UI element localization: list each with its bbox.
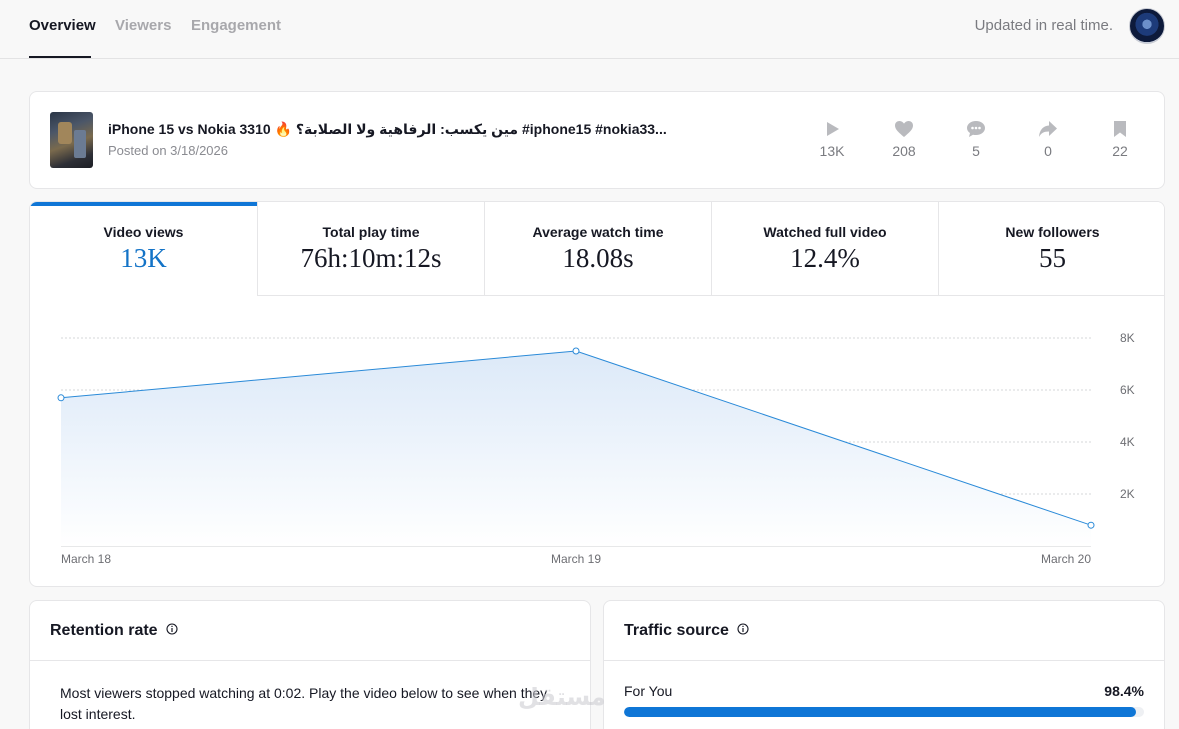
metric-value: 18.08s (562, 243, 634, 273)
x-tick-label: March 20 (1041, 552, 1091, 566)
y-tick-label: 4K (1120, 435, 1135, 449)
views-line-chart: 2K 4K 6K 8K March 18 March 19 March 20 (57, 331, 1135, 566)
watermark-logo: مستقل (518, 683, 606, 711)
data-point[interactable] (1087, 521, 1095, 529)
retention-header: Retention rate (30, 601, 590, 661)
stat-plays: 13K (807, 120, 857, 159)
share-icon (1039, 121, 1057, 137)
stat-comments: 5 (951, 120, 1001, 159)
x-tick-label: March 18 (61, 552, 111, 566)
traffic-source-bar (624, 707, 1144, 717)
y-tick-label: 6K (1120, 383, 1135, 397)
plays-count: 13K (819, 143, 845, 159)
video-thumbnail[interactable] (50, 112, 93, 168)
y-tick-label: 8K (1120, 331, 1135, 345)
traffic-source-bar-fill (624, 707, 1136, 717)
metrics-card: Video views 13K Total play time 76h:10m:… (29, 201, 1165, 587)
metric-value: 12.4% (790, 243, 860, 273)
y-tick-label: 2K (1120, 487, 1135, 501)
metric-label: Total play time (322, 224, 420, 240)
traffic-source-card: Traffic source For You 98.4% (603, 600, 1165, 729)
stat-shares: 0 (1023, 120, 1073, 159)
stat-likes: 208 (879, 120, 929, 159)
retention-title-text: Retention rate (50, 622, 158, 639)
active-tab-indicator (29, 56, 91, 58)
metric-value: 55 (1039, 243, 1066, 273)
metric-label: Video views (103, 224, 184, 240)
play-icon (827, 122, 839, 136)
bookmark-icon (1114, 121, 1126, 137)
metric-video-views[interactable]: Video views 13K (30, 202, 257, 296)
metric-value: 13K (120, 243, 167, 273)
comment-icon (967, 121, 985, 137)
avatar[interactable] (1129, 8, 1165, 44)
metric-new-followers[interactable]: New followers 55 (938, 202, 1164, 296)
series-area (61, 351, 1091, 546)
posted-date: Posted on 3/18/2026 (108, 143, 228, 158)
traffic-source-label: For You (624, 683, 673, 699)
retention-title: Retention rate (50, 622, 178, 640)
info-icon[interactable] (166, 623, 178, 635)
video-title: iPhone 15 vs Nokia 3310 🔥 مين يكسب: الرف… (108, 121, 667, 137)
traffic-header: Traffic source (604, 601, 1164, 661)
shares-count: 0 (1044, 143, 1052, 159)
x-tick-label: March 19 (551, 552, 601, 566)
likes-count: 208 (892, 143, 916, 159)
traffic-title: Traffic source (624, 622, 749, 640)
data-point[interactable] (572, 347, 580, 355)
updated-status: Updated in real time. (974, 17, 1113, 34)
traffic-source-percent: 98.4% (1104, 683, 1144, 699)
metric-label: Average watch time (532, 224, 664, 240)
metric-label: New followers (1005, 224, 1100, 240)
metric-value: 76h:10m:12s (300, 243, 442, 273)
metric-average-watch-time[interactable]: Average watch time 18.08s (484, 202, 711, 296)
tab-overview[interactable]: Overview (29, 17, 96, 34)
traffic-title-text: Traffic source (624, 622, 729, 639)
stat-saves: 22 (1095, 120, 1145, 159)
tab-engagement[interactable]: Engagement (191, 17, 281, 34)
retention-card: Retention rate Most viewers stopped watc… (29, 600, 591, 729)
retention-description: Most viewers stopped watching at 0:02. P… (60, 685, 548, 722)
heart-icon (895, 121, 913, 137)
metric-watched-full-video[interactable]: Watched full video 12.4% (711, 202, 938, 296)
metric-label: Watched full video (763, 224, 887, 240)
saves-count: 22 (1112, 143, 1128, 159)
metric-total-play-time[interactable]: Total play time 76h:10m:12s (257, 202, 484, 296)
tab-viewers[interactable]: Viewers (115, 17, 171, 34)
info-icon[interactable] (737, 623, 749, 635)
comments-count: 5 (972, 143, 980, 159)
video-card: iPhone 15 vs Nokia 3310 🔥 مين يكسب: الرف… (29, 91, 1165, 189)
top-nav: Overview Viewers Engagement Updated in r… (0, 0, 1179, 59)
data-point[interactable] (57, 394, 65, 402)
